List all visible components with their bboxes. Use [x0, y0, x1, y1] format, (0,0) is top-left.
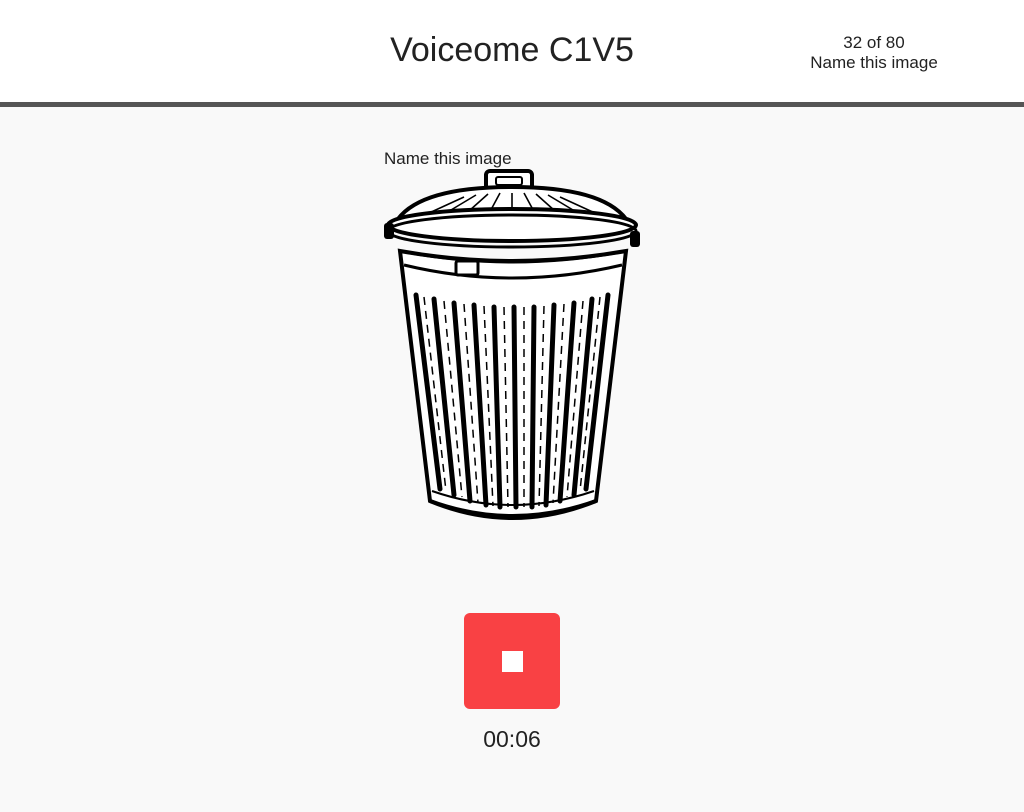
- task-name: Name this image: [810, 53, 938, 72]
- trash-can-icon: [384, 169, 640, 520]
- app-header: Voiceome C1V5 32 of 80 Name this image: [0, 0, 1024, 107]
- recording-timer: 00:06: [483, 726, 541, 752]
- progress-counter: 32 of 80: [843, 33, 905, 52]
- task-prompt: Name this image: [384, 149, 512, 168]
- task-area: Name this image 00:06: [0, 107, 1024, 812]
- task-progress: 32 of 80 Name this image: [794, 33, 954, 73]
- stop-recording-button[interactable]: [464, 613, 560, 709]
- stop-icon: [502, 651, 523, 672]
